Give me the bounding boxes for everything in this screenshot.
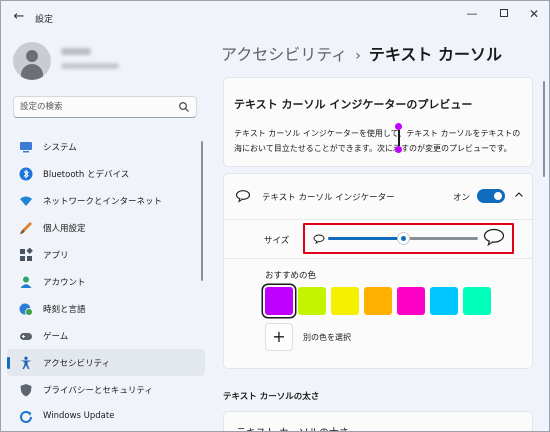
breadcrumb-parent[interactable]: アクセシビリティ: [221, 45, 347, 64]
close-button[interactable]: ✕: [521, 5, 547, 23]
preview-title: テキスト カーソル インジケーターのプレビュー: [234, 98, 473, 111]
sidebar-item-label: プライバシーとセキュリティ: [43, 386, 153, 396]
chevron-up-icon[interactable]: [512, 188, 526, 202]
sidebar-item-label: 時刻と言語: [43, 305, 86, 315]
sidebar-item-accounts[interactable]: アカウント: [7, 268, 205, 295]
sidebar-item-label: アクセシビリティ: [43, 359, 111, 369]
search-input[interactable]: [20, 99, 170, 115]
breadcrumb-separator: ›: [355, 48, 361, 64]
preview-card: テキスト カーソル インジケーターのプレビュー テキスト カーソル インジケータ…: [223, 77, 533, 167]
sidebar-item-label: システム: [43, 143, 77, 153]
size-slider-fill: [328, 237, 403, 240]
avatar[interactable]: [13, 42, 51, 80]
selection-indicator: [7, 357, 10, 369]
sidebar-item-label: Bluetooth とデバイス: [43, 170, 130, 180]
sidebar-scrollbar[interactable]: [201, 141, 203, 281]
maximize-button[interactable]: [491, 5, 517, 23]
cursor-indicator-icon: [235, 190, 251, 203]
add-color-label[interactable]: 別の色を選択: [303, 332, 351, 343]
search-icon[interactable]: [178, 101, 190, 113]
add-color-button[interactable]: +: [265, 323, 293, 351]
color-swatch[interactable]: [397, 287, 425, 315]
plus-icon: +: [272, 327, 286, 346]
close-icon: ✕: [528, 7, 540, 21]
color-swatch[interactable]: [463, 287, 491, 315]
sidebar-item-label: アプリ: [43, 251, 69, 261]
toggle-state-label: オン: [453, 193, 471, 203]
gamepad-icon: [20, 333, 32, 340]
sidebar-item-label: ゲーム: [43, 332, 69, 342]
sidebar-item-label: アカウント: [43, 278, 86, 288]
size-label: サイズ: [264, 236, 290, 246]
search-box[interactable]: [13, 96, 197, 118]
sidebar-item-label: 個人用設定: [43, 224, 86, 234]
app-title: 設定: [35, 15, 54, 25]
sidebar-item-privacy[interactable]: プライバシーとセキュリティ: [7, 376, 205, 403]
settings-window: ← 設定 — ✕ システム: [0, 0, 550, 432]
color-swatch[interactable]: [298, 287, 326, 315]
sidebar-item-apps[interactable]: アプリ: [7, 241, 205, 268]
account-email-blurred: [61, 63, 119, 69]
thickness-heading: テキスト カーソルの太さ: [223, 392, 320, 402]
accessibility-icon: [20, 356, 32, 369]
color-swatch[interactable]: [331, 287, 359, 315]
recommended-colors-title: おすすめの色: [265, 271, 317, 281]
page-title: テキスト カーソル: [368, 45, 502, 64]
bluetooth-icon: [19, 167, 33, 181]
arrow-left-icon: ←: [13, 9, 25, 24]
brush-icon: [20, 222, 32, 234]
indicator-toggle-row: テキスト カーソル インジケーター オン: [224, 174, 532, 220]
small-indicator-icon: [313, 234, 325, 244]
color-swatch[interactable]: [364, 287, 392, 315]
indicator-toggle[interactable]: [477, 189, 505, 203]
text-caret: [398, 130, 400, 146]
account-name-blurred: [61, 48, 91, 55]
sidebar-item-personalization[interactable]: 個人用設定: [7, 214, 205, 241]
apps-icon: [20, 248, 33, 261]
windows-update-icon: [20, 410, 32, 423]
sidebar-nav: システム Bluetooth とデバイス ネットワークとインターネット 個人用設…: [7, 133, 205, 430]
sidebar-item-windows-update[interactable]: Windows Update: [7, 403, 205, 430]
breadcrumb: アクセシビリティ › テキスト カーソル: [221, 41, 502, 65]
color-swatch[interactable]: [265, 287, 293, 315]
size-slider-thumb[interactable]: [397, 232, 410, 245]
back-button[interactable]: ←: [9, 7, 29, 27]
sidebar-item-time-language[interactable]: 時刻と言語: [7, 295, 205, 322]
sidebar-item-bluetooth[interactable]: Bluetooth とデバイス: [7, 160, 205, 187]
shield-icon: [20, 384, 32, 397]
sidebar-item-network[interactable]: ネットワークとインターネット: [7, 187, 205, 214]
thickness-card: テキスト カーソルの太さ: [223, 411, 533, 431]
minimize-button[interactable]: —: [459, 5, 485, 23]
minimize-icon: —: [466, 7, 478, 20]
maximize-icon: [500, 9, 508, 17]
sidebar-item-accessibility[interactable]: アクセシビリティ: [7, 349, 205, 376]
cursor-indicator-bottom: [395, 146, 402, 153]
large-indicator-icon: [483, 228, 505, 246]
sidebar-item-gaming[interactable]: ゲーム: [7, 322, 205, 349]
main-scrollbar[interactable]: [543, 81, 545, 177]
thickness-label: テキスト カーソルの太さ: [236, 424, 349, 431]
wifi-icon: [20, 196, 32, 206]
cursor-indicator-top: [395, 123, 402, 130]
globe-clock-icon: [19, 303, 33, 316]
indicator-label: テキスト カーソル インジケーター: [262, 193, 395, 203]
sidebar-item-label: Windows Update: [43, 411, 115, 421]
monitor-icon: [20, 142, 32, 153]
toggle-knob: [494, 192, 502, 200]
account-icon: [20, 276, 32, 288]
preview-description: テキスト カーソル インジケーターを使用して、テキスト カーソルをテキストの海に…: [234, 129, 521, 153]
title-bar: ← 設定 — ✕: [1, 1, 549, 35]
sidebar-item-label: ネットワークとインターネット: [43, 197, 163, 207]
color-swatch[interactable]: [430, 287, 458, 315]
sidebar-item-system[interactable]: システム: [7, 133, 205, 160]
